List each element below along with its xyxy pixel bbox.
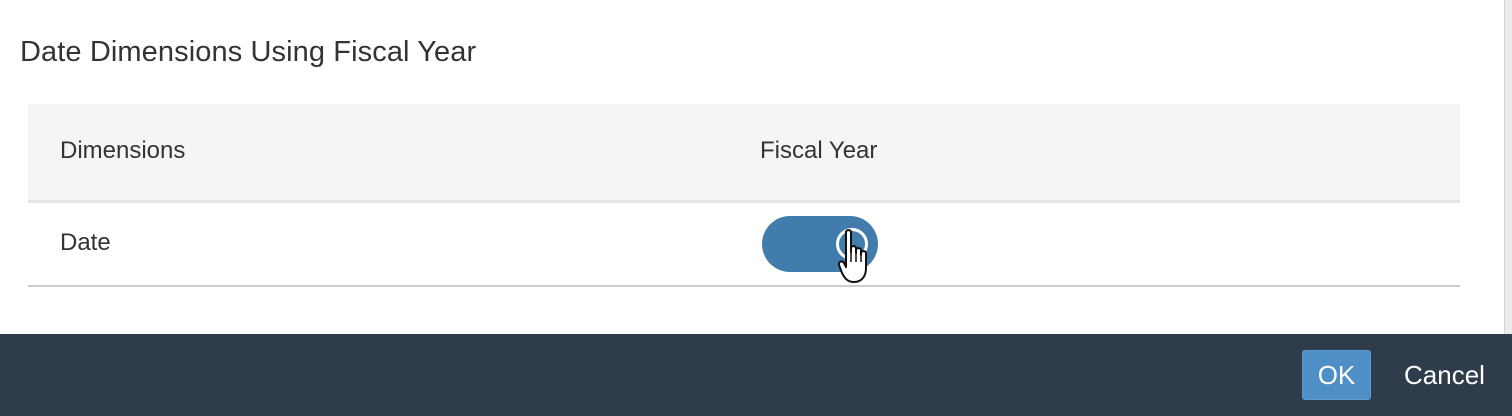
column-header-dimensions: Dimensions: [60, 137, 186, 164]
section-title: Date Dimensions Using Fiscal Year: [20, 36, 477, 68]
table-header: Dimensions Fiscal Year: [28, 104, 1460, 203]
dialog-footer: OK Cancel: [0, 334, 1512, 416]
toggle-knob-icon: [836, 228, 868, 260]
fiscal-year-dialog: Date Dimensions Using Fiscal Year Dimens…: [0, 0, 1512, 416]
column-header-fiscal-year: Fiscal Year: [760, 137, 878, 164]
table-row: Date: [28, 203, 1460, 287]
cancel-button[interactable]: Cancel: [1392, 350, 1497, 400]
scrollbar-track[interactable]: [1504, 0, 1512, 334]
ok-button[interactable]: OK: [1302, 350, 1371, 400]
fiscal-year-toggle[interactable]: [762, 216, 878, 272]
dimensions-table: Dimensions Fiscal Year Date: [28, 104, 1460, 287]
dimension-name: Date: [60, 229, 111, 256]
